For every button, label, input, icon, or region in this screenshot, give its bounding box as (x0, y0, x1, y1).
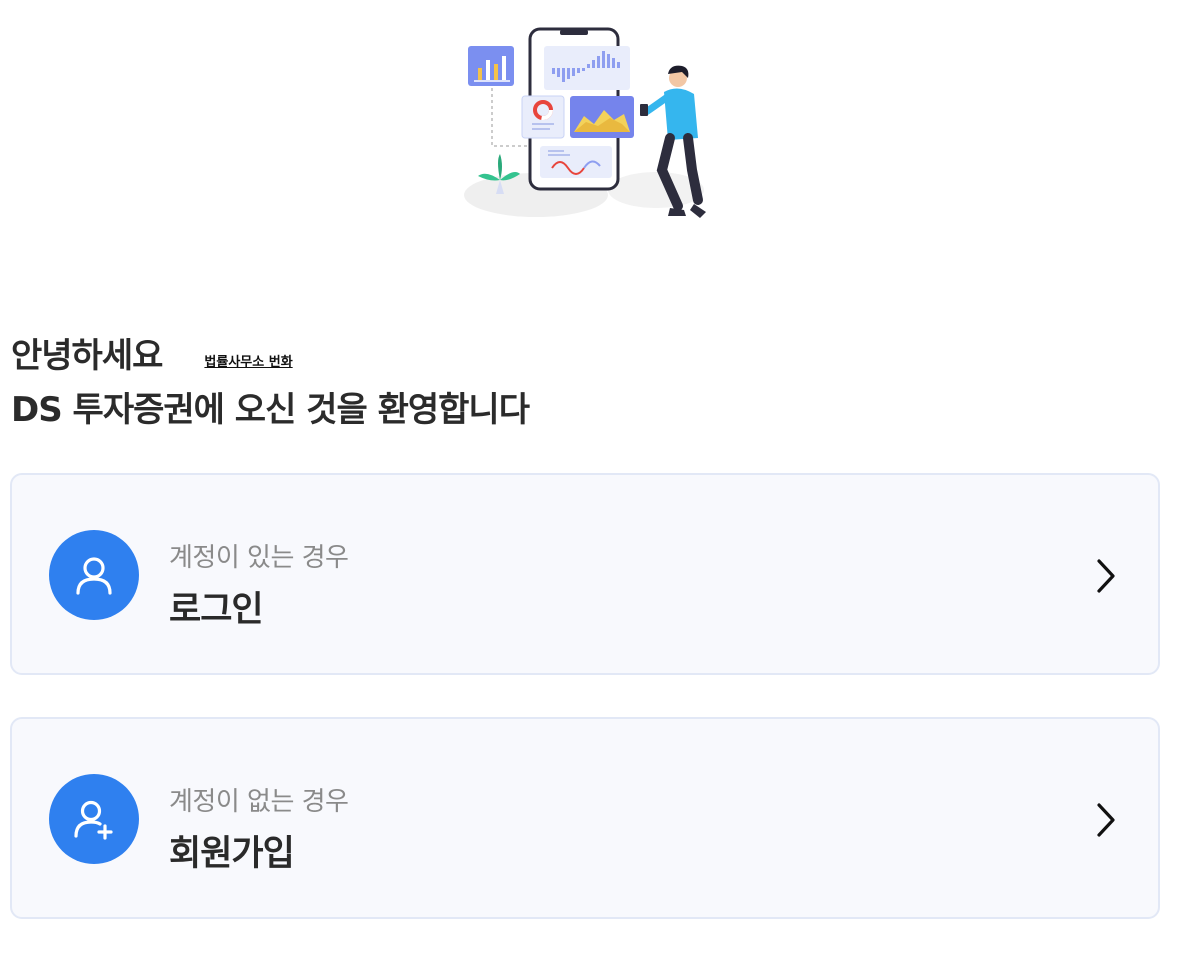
signup-label: 회원가입 (169, 834, 295, 874)
login-label: 로그인 (169, 590, 264, 630)
mobile-analytics-illustration-icon (464, 27, 706, 218)
user-plus-icon (49, 774, 139, 864)
greeting-block: 안녕하세요 법률사무소 번화 DS 투자증권에 오신 것을 환영합니다 (11, 334, 530, 432)
chevron-right-icon (1096, 803, 1116, 841)
chevron-right-icon (1096, 559, 1116, 597)
greeting-line: 안녕하세요 법률사무소 번화 (11, 334, 529, 378)
welcome-title: DS 투자증권에 오신 것을 환영합니다 (11, 390, 530, 430)
law-firm-link[interactable]: 법률사무소 번화 (204, 351, 292, 370)
hero-illustration (0, 0, 1181, 240)
login-subtitle: 계정이 있는 경우 (169, 543, 349, 573)
greeting-hello: 안녕하세요 (11, 336, 163, 376)
signup-card[interactable]: 계정이 없는 경우 회원가입 (10, 717, 1160, 919)
login-card[interactable]: 계정이 있는 경우 로그인 (10, 473, 1160, 675)
user-icon (49, 530, 139, 620)
signup-subtitle: 계정이 없는 경우 (169, 787, 349, 817)
